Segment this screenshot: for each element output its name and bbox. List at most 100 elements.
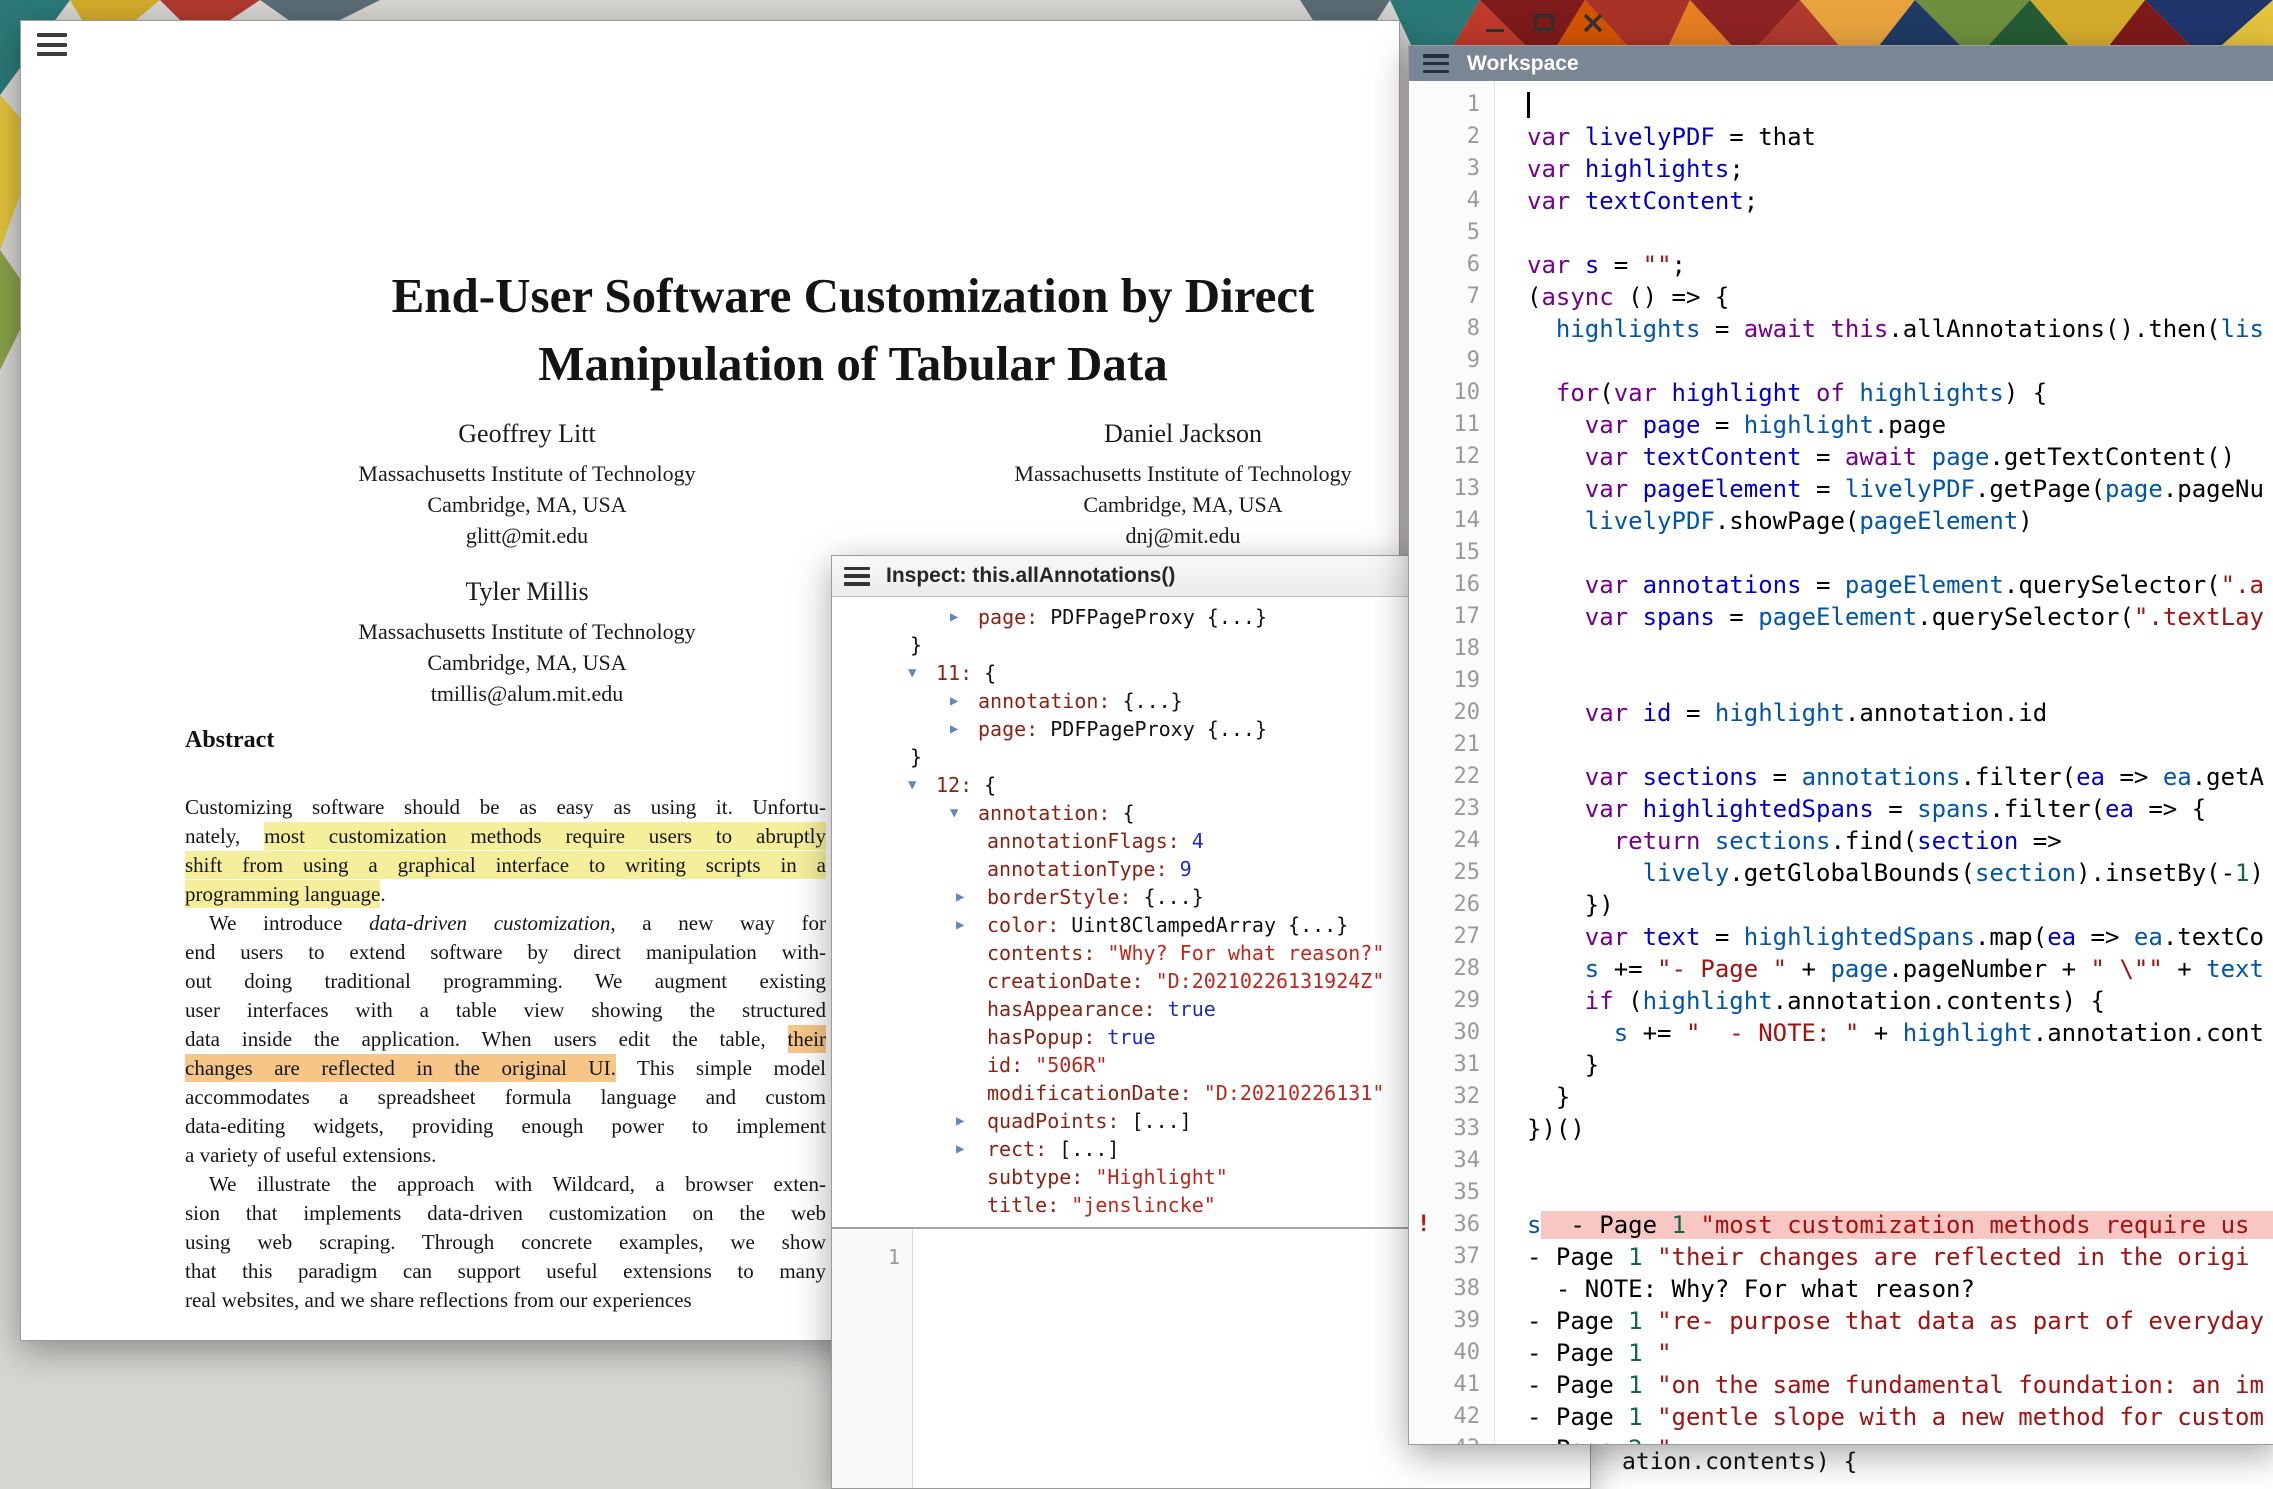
line-number: 25 [1409,857,1494,889]
code-line[interactable]: 25 lively.getGlobalBounds(section).inset… [1409,857,2273,889]
token: annotations [1802,763,1961,791]
token: highlight [1643,987,1773,1015]
code-line[interactable]: 2var livelyPDF = that [1409,121,2273,153]
token: ea [2163,763,2192,791]
code-line[interactable]: 41- Page 1 "on the same fundamental foun… [1409,1369,2273,1401]
code-line[interactable]: 10 for(var highlight of highlights) { [1409,377,2273,409]
token: lively [1643,859,1730,887]
code-line[interactable]: 9 [1409,345,2273,377]
code-line[interactable]: 29 if (highlight.annotation.contents) { [1409,985,2273,1017]
code-line[interactable]: 6var s = ""; [1409,249,2273,281]
code-line[interactable]: 16 var annotations = pageElement.querySe… [1409,569,2273,601]
code-line[interactable]: 37- Page 1 "their changes are reflected … [1409,1241,2273,1273]
code-text: var textContent; [1494,185,1758,217]
abstract-line: a variety of useful extensions. [185,1141,826,1170]
code-line[interactable]: 11 var page = highlight.page [1409,409,2273,441]
minimize-icon[interactable] [1484,12,1506,34]
token: highlights [1556,315,1701,343]
code-lines[interactable]: 12var livelyPDF = that3var highlights;4v… [1409,89,2273,1444]
orange-highlight-annotation[interactable]: changes are reflected in the original UI… [185,1054,616,1082]
close-icon[interactable] [1582,12,1604,34]
code-line[interactable]: 26 }) [1409,889,2273,921]
line-number: 1 [888,1245,900,1269]
line-number: 20 [1409,697,1494,729]
code-line[interactable]: 39- Page 1 "re- purpose that data as par… [1409,1305,2273,1337]
disclosure-triangle-icon[interactable]: ▶ [956,1107,964,1135]
disclosure-triangle-icon[interactable]: ▼ [908,771,916,799]
yellow-highlight-annotation[interactable]: shift from using a graphical interface t… [185,851,826,879]
orange-highlight-annotation[interactable]: their [788,1025,826,1053]
code-line[interactable]: 5 [1409,217,2273,249]
code-line[interactable]: 43- Page 2 " [1409,1433,2273,1444]
code-line[interactable]: 20 var id = highlight.annotation.id [1409,697,2273,729]
disclosure-triangle-icon[interactable]: ▶ [956,883,964,911]
code-text: lively.getGlobalBounds(section).insetBy(… [1494,857,2264,889]
code-line[interactable]: 33})() [1409,1113,2273,1145]
disclosure-triangle-icon[interactable]: ▼ [908,659,916,687]
disclosure-triangle-icon[interactable]: ▶ [950,715,958,743]
code-line[interactable]: 19 [1409,665,2273,697]
yellow-highlight-annotation[interactable]: programming language [185,880,380,908]
disclosure-triangle-icon[interactable]: ▶ [956,1135,964,1163]
code-line[interactable]: 28 s += "- Page " + page.pageNumber + " … [1409,953,2273,985]
author-affiliation: Massachusetts Institute of Technology [217,616,837,647]
code-line[interactable]: 22 var sections = annotations.filter(ea … [1409,761,2273,793]
tree-value: true [1168,997,1216,1021]
token [1628,763,1642,791]
code-line[interactable]: 35 [1409,1177,2273,1209]
code-text: var text = highlightedSpans.map(ea => ea… [1494,921,2264,953]
code-line[interactable]: 15 [1409,537,2273,569]
code-line[interactable]: 30 s += " - NOTE: " + highlight.annotati… [1409,1017,2273,1049]
code-line[interactable]: 42- Page 1 "gentle slope with a new meth… [1409,1401,2273,1433]
workspace-titlebar[interactable]: Workspace [1409,46,2273,82]
disclosure-triangle-icon[interactable]: ▶ [950,603,958,631]
token [1527,443,1585,471]
code-line[interactable]: 32 } [1409,1081,2273,1113]
token: " \"" [2091,955,2163,983]
hamburger-menu-icon[interactable] [844,567,870,586]
token: "gentle slope with a new method for cust… [1657,1403,2264,1431]
token: = [1758,763,1801,791]
token: .getTextContent() [1989,443,2235,471]
code-line[interactable]: 1 [1409,89,2273,121]
code-line[interactable]: 38 - NOTE: Why? For what reason? [1409,1273,2273,1305]
code-line[interactable]: 7(async () => { [1409,281,2273,313]
token [1917,443,1931,471]
abstract-text: user interfaces with a table view showin… [185,998,826,1022]
code-line[interactable]: 27 var text = highlightedSpans.map(ea =>… [1409,921,2273,953]
token: => [2105,763,2163,791]
code-line[interactable]: 18 [1409,633,2273,665]
code-line[interactable]: 31 } [1409,1049,2273,1081]
code-line[interactable]: 4var textContent; [1409,185,2273,217]
author-block: Tyler MillisMassachusetts Institute of T… [217,577,837,709]
code-line[interactable]: 12 var textContent = await page.getTextC… [1409,441,2273,473]
token: livelyPDF [1585,123,1715,151]
code-line[interactable]: 3var highlights; [1409,153,2273,185]
code-line[interactable]: 24 return sections.find(section => [1409,825,2273,857]
code-text: })() [1494,1113,1585,1145]
code-text: return sections.find(section => [1494,825,2062,857]
code-line[interactable]: 14 livelyPDF.showPage(pageElement) [1409,505,2273,537]
maximize-icon[interactable] [1534,14,1554,31]
disclosure-triangle-icon[interactable]: ▶ [950,687,958,715]
disclosure-triangle-icon[interactable]: ▶ [956,911,964,939]
token: = [1802,475,1845,503]
code-text: - Page 1 "gentle slope with a new method… [1494,1401,2264,1433]
hamburger-menu-icon[interactable] [37,33,67,56]
code-line[interactable]: 8 highlights = await this.allAnnotations… [1409,313,2273,345]
code-line[interactable]: 13 var pageElement = livelyPDF.getPage(p… [1409,473,2273,505]
code-line[interactable]: 21 [1409,729,2273,761]
yellow-highlight-annotation[interactable]: most customization methods require users… [264,822,826,850]
token: 1 [1628,1307,1642,1335]
code-line[interactable]: 34 [1409,1145,2273,1177]
code-editor[interactable]: 12var livelyPDF = that3var highlights;4v… [1409,81,2273,1444]
code-line[interactable]: 17 var spans = pageElement.querySelector… [1409,601,2273,633]
token: page [2105,475,2163,503]
token: async [1541,283,1613,311]
code-line[interactable]: 23 var highlightedSpans = spans.filter(e… [1409,793,2273,825]
token [1527,827,1614,855]
code-line[interactable]: !36s - Page 1 "most customization method… [1409,1209,2273,1241]
disclosure-triangle-icon[interactable]: ▼ [950,799,958,827]
hamburger-menu-icon[interactable] [1423,54,1449,73]
code-line[interactable]: 40- Page 1 " [1409,1337,2273,1369]
